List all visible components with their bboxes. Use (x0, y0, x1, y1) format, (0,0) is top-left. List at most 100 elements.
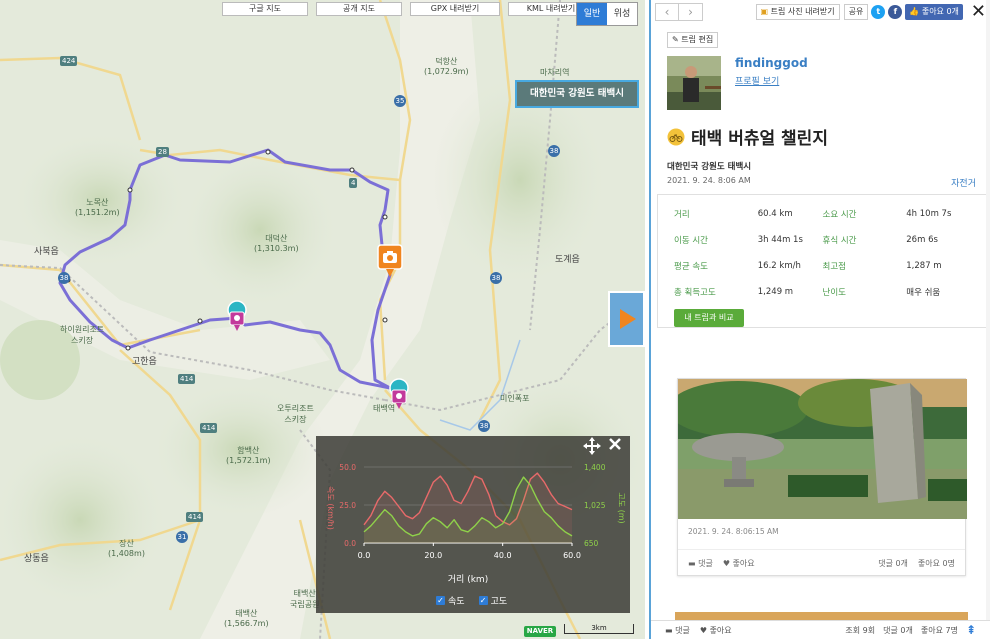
legend-speed-label: 속도 (448, 597, 465, 607)
scrollbar[interactable] (986, 0, 990, 620)
google-map-button[interactable]: 구글 지도 (222, 2, 308, 16)
edit-trip-button[interactable]: ✎ 트립 편집 (667, 32, 719, 48)
map-type-normal[interactable]: 일반 (577, 3, 607, 25)
trip-photo[interactable] (678, 379, 967, 519)
place-label: 미인폭포 (500, 394, 530, 403)
place-label: 오투리조트 스키장 (277, 404, 314, 424)
bottom-bar: ▬ 댓글 ♥ 좋아요 조회 9회 댓글 0개 좋아요 7명 ⇞ (651, 620, 990, 639)
legend-elevation-toggle[interactable]: ✓ 고도 (478, 594, 507, 607)
like-label: 좋아요 (709, 625, 732, 635)
x-axis-label: 거리 (km) (448, 574, 488, 585)
x-tick-label: 60.0 (563, 551, 581, 560)
compare-trip-button[interactable]: 내 트립과 비교 (674, 309, 744, 327)
twitter-icon[interactable]: t (871, 5, 886, 19)
photo-timestamp: 2021. 9. 24. 8:06:15 AM (688, 527, 779, 536)
checkbox-icon: ✓ (436, 596, 445, 605)
road-38-badge: 38 (58, 272, 70, 284)
facebook-like-button[interactable]: 👍 좋아요 0개 (905, 4, 963, 20)
place-label: 상동읍 (24, 554, 49, 564)
close-icon[interactable]: ✕ (971, 3, 986, 21)
region-label: 대한민국 강원도 태백시 (515, 80, 639, 108)
place-label: 하이원리조트 스키장 (60, 325, 105, 345)
profile-link[interactable]: 프로필 보기 (735, 74, 779, 87)
trip-title: 태백 버츄얼 챌린지 (667, 124, 828, 149)
stat-value: 60.4 km (757, 209, 793, 219)
photo-comment-button[interactable]: ▬ 댓글 (688, 558, 713, 569)
download-photos-label: 트립 사진 내려받기 (770, 7, 835, 16)
close-chart-icon[interactable] (607, 436, 623, 452)
map-toolbar: 구글 지도 공개 지도 GPX 내려받기 KML 내려받기 (222, 2, 594, 16)
x-tick-label: 0.0 (358, 551, 371, 560)
place-label: 도계읍 (555, 255, 580, 265)
trip-photo-image (678, 379, 967, 519)
heart-icon: ♥ (722, 559, 731, 568)
comment-icon: ▬ (688, 559, 696, 568)
stat-row: 이동 시간 3h 44m 1s 휴식 시간 26m 6s (674, 227, 971, 253)
map-view[interactable]: 424 28 35 38 38 38 38 414 414 414 31 4 덕… (0, 0, 645, 639)
side-topbar: ‹ › ▣ 트립 사진 내려받기 공유 t f 👍 좋아요 0개 ✕ (651, 0, 990, 24)
naver-logo: NAVER (524, 626, 556, 637)
trip-viewer: 424 28 35 38 38 38 38 414 414 414 31 4 덕… (0, 0, 990, 639)
toggle-side-panel-button[interactable] (608, 291, 645, 347)
share-button[interactable]: 공유 (843, 4, 869, 20)
legend-speed-toggle[interactable]: ✓ 속도 (436, 594, 465, 607)
stat-label: 거리 (674, 210, 690, 220)
end-pin-icon[interactable] (388, 378, 410, 410)
stat-row: 총 획득고도 1,249 m 난이도 매우 쉬움 (674, 279, 971, 305)
road-35-badge: 35 (394, 95, 406, 107)
road-424-badge: 424 (60, 56, 78, 66)
scroll-top-icon[interactable]: ⇞ (966, 623, 976, 637)
stat-value: 26m 6s (906, 235, 938, 245)
next-button[interactable]: › (679, 3, 703, 21)
move-icon[interactable] (582, 436, 602, 456)
trip-date: 2021. 9. 24. 8:06 AM (667, 176, 751, 185)
map-type-satellite[interactable]: 위성 (607, 3, 637, 25)
road-4-badge: 4 (349, 178, 358, 188)
stat-value: 매우 쉬움 (906, 288, 941, 298)
edit-trip-label: 트립 편집 (681, 35, 714, 44)
road-38-badge: 38 (490, 272, 502, 284)
pencil-icon: ✎ (672, 35, 679, 44)
checkbox-icon: ✓ (478, 596, 488, 605)
map-scale: 3km (564, 624, 634, 634)
facebook-icon[interactable]: f (888, 5, 903, 19)
username-link[interactable]: findinggod (735, 56, 808, 70)
gpx-download-button[interactable]: GPX 내려받기 (410, 2, 500, 16)
stat-label: 이동 시간 (674, 236, 708, 246)
stat-value: 1,287 m (906, 261, 942, 271)
place-label: 마차리역 (540, 68, 570, 77)
place-label: 함백산 (1,572.1m) (226, 446, 271, 465)
prev-button[interactable]: ‹ (655, 3, 679, 21)
place-label: 노목산 (1,151.2m) (75, 198, 120, 217)
x-tick-label: 40.0 (494, 551, 512, 560)
like-count: 좋아요 7명 (920, 625, 958, 635)
stat-value: 4h 10m 7s (906, 209, 952, 219)
road-414-badge: 414 (200, 423, 218, 433)
start-pin-icon[interactable] (226, 300, 248, 332)
road-28-badge: 28 (156, 147, 169, 157)
profile-chart: 0.025.050.06501,0251,4000.0 20.0 40.0 60.0 … (326, 463, 626, 585)
y-left-tick-label: 0.0 (344, 539, 356, 548)
chart-legend: ✓ 속도 ✓ 고도 (436, 594, 507, 607)
stat-row: 평균 속도 16.2 km/h 최고점 1,287 m (674, 253, 971, 279)
comment-count: 댓글 0개 (883, 625, 913, 635)
road-414-badge: 414 (186, 512, 204, 522)
photo-footer: ▬ 댓글 ♥ 좋아요 댓글 0개 좋아요 0명 (678, 549, 965, 577)
avatar[interactable] (667, 56, 721, 110)
photo-pin-icon[interactable] (377, 244, 403, 278)
place-label: 장산 (1,408m) (108, 539, 145, 558)
trip-activity[interactable]: 자전거 (951, 176, 976, 189)
photo-like-button[interactable]: ♥ 좋아요 (723, 558, 755, 569)
trip-comment-button[interactable]: ▬ 댓글 (665, 625, 690, 636)
y-right-tick-label: 1,025 (584, 501, 606, 510)
download-photos-button[interactable]: ▣ 트립 사진 내려받기 (755, 4, 840, 20)
stat-label: 소요 시간 (822, 210, 857, 220)
stat-label: 난이도 (822, 288, 846, 298)
road-38-badge: 38 (478, 420, 490, 432)
avatar-photo (667, 56, 721, 110)
like-count-label: 좋아요 0개 (921, 7, 959, 16)
road-31-badge: 31 (176, 531, 188, 543)
trip-like-button[interactable]: ♥ 좋아요 (700, 625, 732, 636)
public-map-button[interactable]: 공개 지도 (316, 2, 402, 16)
heart-icon: ♥ (699, 625, 708, 635)
